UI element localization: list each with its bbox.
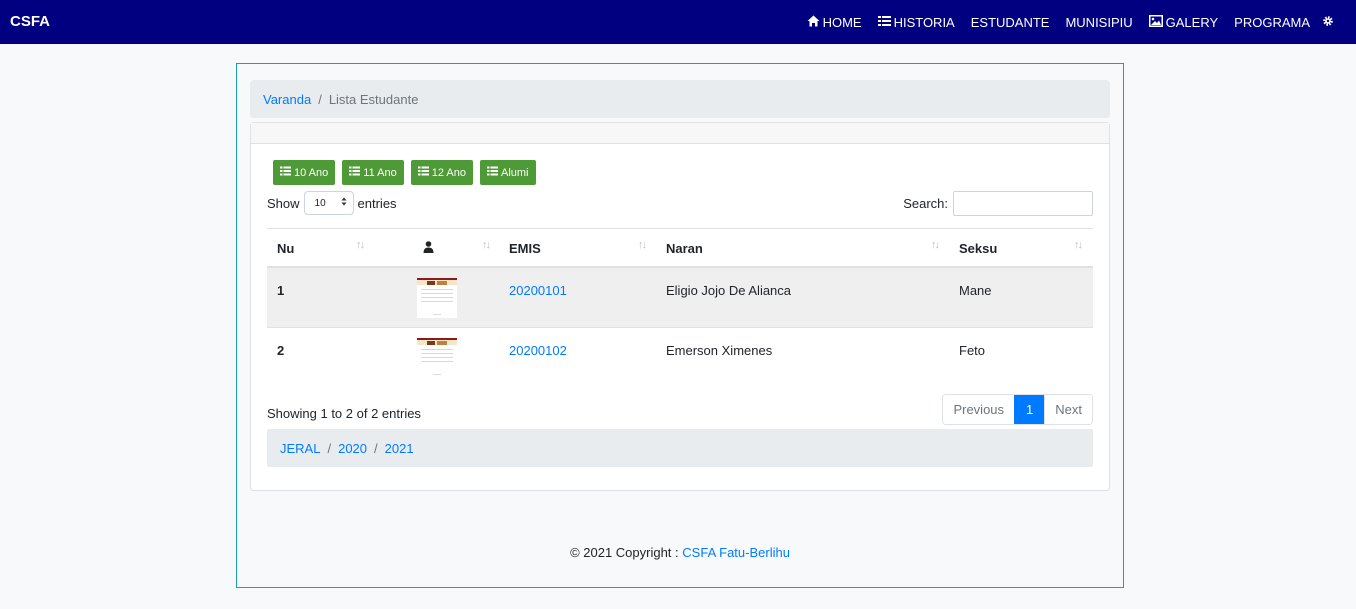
cell-naran: Eligio Jojo De Alianca: [666, 282, 792, 298]
breadcrumb-home-link[interactable]: Varanda: [263, 92, 311, 107]
breadcrumb: Varanda / Lista Estudante: [250, 80, 1110, 118]
emis-link[interactable]: 20200102: [509, 343, 567, 358]
year-link-2020[interactable]: 2020: [338, 441, 367, 456]
entries-label: entries: [357, 195, 397, 211]
students-table: Nu ↑↓ ↑↓ EMIS ↑↓ Naran ↑↓ Seksu ↑↓ 1 202…: [267, 228, 1093, 388]
filter-10-ano-label: 10 Ano: [294, 166, 329, 179]
pagination-page-button[interactable]: 1: [1014, 395, 1045, 424]
nav-munisipiu[interactable]: MUNISIPIU: [1065, 15, 1132, 30]
year-breadcrumb-separator: /: [374, 440, 378, 456]
pagination-previous-button[interactable]: Previous: [943, 395, 1015, 424]
settings-button[interactable]: [1322, 15, 1334, 30]
cell-nu: 2: [277, 342, 285, 358]
list-icon: [349, 166, 363, 179]
nav-historia-label: HISTORIA: [893, 14, 955, 30]
column-header-photo[interactable]: [423, 229, 434, 267]
filter-12-ano-button[interactable]: 12 Ano: [410, 160, 473, 185]
nav-historia[interactable]: HISTORIA: [877, 14, 955, 30]
show-label: Show: [267, 195, 300, 211]
year-breadcrumb-separator: /: [327, 440, 332, 456]
home-icon: [807, 15, 823, 30]
footer-copyright-text: © 2021 Copyright :: [570, 545, 679, 560]
table-row: 1 20200101 Eligio Jojo De Alianca Mane: [267, 268, 1093, 328]
filter-10-ano-button[interactable]: 10 Ano: [273, 160, 336, 185]
card-header: [251, 123, 1109, 144]
search-input[interactable]: [953, 191, 1093, 216]
breadcrumb-current: Lista Estudante: [328, 91, 419, 107]
cell-seksu: Mane: [959, 282, 992, 298]
pagination-next-button[interactable]: Next: [1044, 395, 1092, 424]
column-header-nu[interactable]: Nu: [277, 229, 294, 267]
nav-munisipiu-label: MUNISIPIU: [1065, 14, 1133, 30]
student-photo-thumbnail[interactable]: [417, 278, 457, 318]
list-icon: [877, 15, 894, 30]
top-navbar: CSFA HOME HISTORIA ESTUDANTE MUNISIPIU G…: [0, 0, 1356, 44]
cell-emis: 20200101: [509, 268, 567, 312]
column-header-naran[interactable]: Naran: [666, 229, 703, 267]
main-frame: Varanda / Lista Estudante 10 Ano 11 Ano …: [236, 63, 1124, 588]
gear-icon: [1322, 15, 1334, 30]
sort-indicator-naran[interactable]: ↑↓: [931, 239, 940, 251]
filter-alumi-button[interactable]: Alumi: [479, 160, 536, 185]
filter-11-ano-button[interactable]: 11 Ano: [342, 160, 404, 185]
sort-indicator-nu[interactable]: ↑↓: [356, 239, 365, 251]
cell-nu: 1: [277, 282, 285, 298]
nav-home-label: HOME: [822, 14, 862, 30]
list-icon: [417, 166, 432, 179]
year-link-2021[interactable]: 2021: [385, 441, 414, 456]
sort-indicator-photo[interactable]: ↑↓: [482, 239, 491, 251]
sort-indicator-emis[interactable]: ↑↓: [638, 239, 647, 251]
nav-galery[interactable]: GALERY: [1148, 14, 1219, 30]
nav-estudante-label: ESTUDANTE: [970, 14, 1050, 30]
filter-alumi-label: Alumi: [500, 166, 529, 179]
nav-estudante[interactable]: ESTUDANTE: [971, 15, 1050, 30]
emis-link[interactable]: 20200101: [509, 283, 567, 298]
search-control: Search:: [903, 191, 1093, 216]
table-header: Nu ↑↓ ↑↓ EMIS ↑↓ Naran ↑↓ Seksu ↑↓: [267, 228, 1093, 268]
footer-link[interactable]: CSFA Fatu-Berlihu: [682, 545, 790, 560]
entries-select-value: 10: [314, 197, 326, 209]
table-info: Showing 1 to 2 of 2 entries: [267, 406, 421, 421]
filter-11-ano-label: 11 Ano: [363, 166, 397, 179]
entries-select[interactable]: 10: [303, 191, 354, 215]
brand-logo[interactable]: CSFA: [10, 13, 50, 30]
filter-button-group: 10 Ano 11 Ano 12 Ano Alumi: [273, 160, 543, 185]
cell-naran: Emerson Ximenes: [666, 342, 773, 358]
user-icon: [423, 240, 434, 256]
list-icon: [486, 166, 501, 179]
search-label: Search:: [903, 196, 948, 211]
breadcrumb-separator: /: [318, 91, 322, 107]
student-photo-thumbnail[interactable]: [417, 338, 457, 378]
list-icon: [280, 166, 294, 179]
year-breadcrumb: JERAL / 2020 / 2021: [267, 429, 1093, 467]
nav-menu: HOME HISTORIA ESTUDANTE MUNISIPIU GALERY…: [791, 0, 1356, 44]
nav-programa-label: PROGRAMA: [1234, 14, 1310, 30]
filter-12-ano-label: 12 Ano: [431, 166, 466, 179]
year-link-jeral[interactable]: JERAL: [280, 441, 320, 456]
entries-length-control: Show 10 entries: [267, 191, 397, 215]
nav-home[interactable]: HOME: [807, 15, 862, 30]
student-list-card: 10 Ano 11 Ano 12 Ano Alumi Show 10 entri…: [250, 122, 1110, 491]
nav-programa[interactable]: PROGRAMA: [1234, 15, 1310, 30]
table-row: 2 20200102 Emerson Ximenes Feto: [267, 328, 1093, 388]
cell-emis: 20200102: [509, 328, 567, 372]
select-arrows-icon: [341, 197, 347, 209]
footer: © 2021 Copyright : CSFA Fatu-Berlihu: [237, 545, 1123, 560]
image-icon: [1148, 14, 1166, 30]
nav-galery-label: GALERY: [1165, 14, 1219, 30]
column-header-emis[interactable]: EMIS: [509, 229, 541, 267]
pagination: Previous 1 Next: [942, 394, 1093, 425]
column-header-seksu[interactable]: Seksu: [959, 229, 997, 267]
cell-seksu: Feto: [959, 342, 986, 358]
sort-indicator-seksu[interactable]: ↑↓: [1074, 239, 1083, 251]
